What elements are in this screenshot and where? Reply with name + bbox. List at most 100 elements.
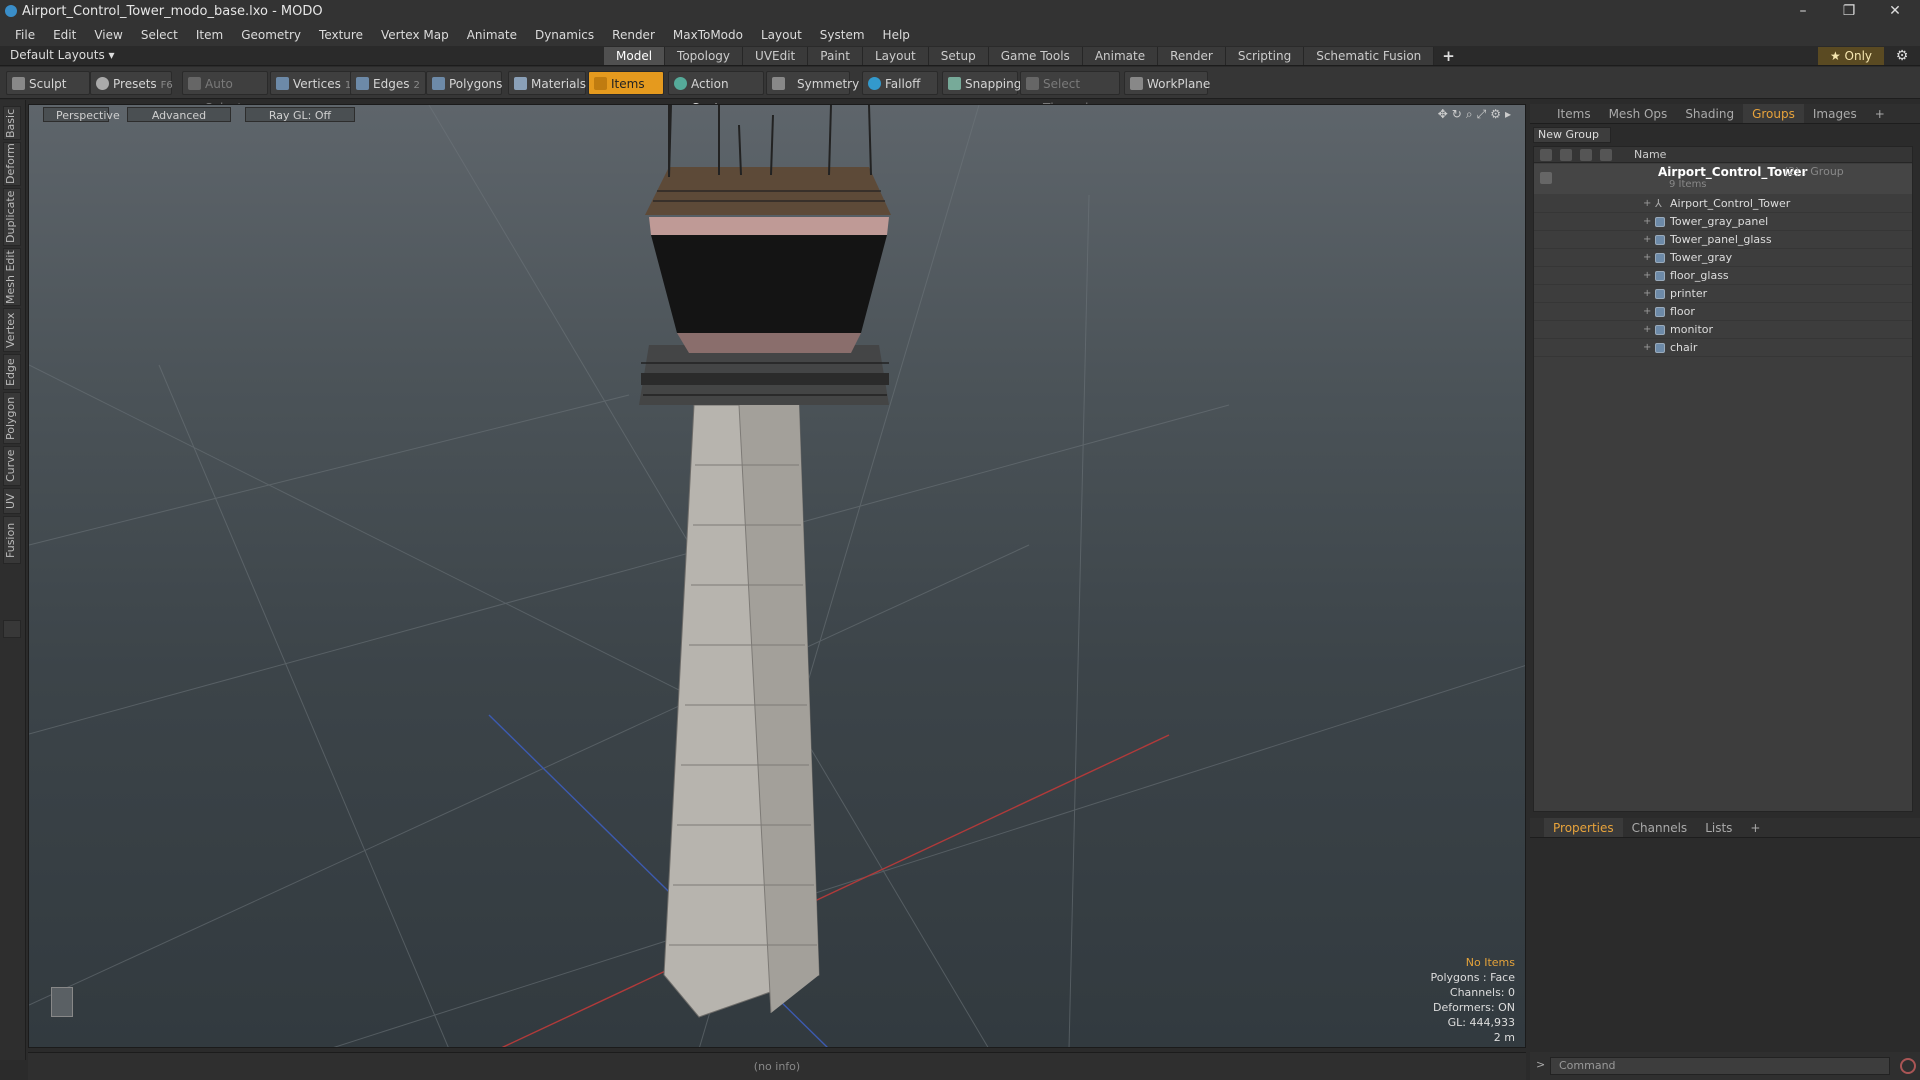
tab-shading[interactable]: Shading [1676,104,1743,123]
snapping-button[interactable]: Snapping [942,71,1021,95]
menu-file[interactable]: File [6,24,44,46]
add-tab-button[interactable]: + [1434,47,1463,65]
tab-duplicate[interactable]: Duplicate [3,188,21,246]
auto-select-button[interactable]: Auto Select [182,71,268,115]
new-group-button[interactable]: New Group [1533,127,1611,143]
tab-deform[interactable]: Deform [3,142,21,186]
list-item[interactable]: + floor [1534,303,1912,321]
tab-channels[interactable]: Channels [1623,818,1697,837]
expand-icon[interactable]: + [1643,267,1651,285]
tab-lists[interactable]: Lists [1696,818,1741,837]
rotate-view-icon[interactable]: ↻ [1452,107,1462,122]
tab-scripting[interactable]: Scripting [1225,47,1305,65]
materials-button[interactable]: Materials [508,71,586,95]
menu-layout[interactable]: Layout [752,24,811,46]
tab-curve[interactable]: Curve [3,446,21,486]
command-input[interactable]: Command [1550,1057,1890,1075]
menu-system[interactable]: System [811,24,874,46]
move-view-icon[interactable]: ✥ [1438,107,1448,122]
menu-geometry[interactable]: Geometry [232,24,310,46]
eye-icon[interactable] [1540,172,1552,184]
tab-vertex[interactable]: Vertex [3,308,21,352]
falloff-button[interactable]: Falloff [862,71,938,95]
tab-paint[interactable]: Paint [808,47,863,65]
expand-icon[interactable]: + [1643,195,1651,213]
list-item[interactable]: + floor_glass [1534,267,1912,285]
tab-schematic-fusion[interactable]: Schematic Fusion [1304,47,1435,65]
vertices-button[interactable]: Vertices 1 [270,71,352,95]
expand-icon[interactable]: + [1643,339,1651,357]
action-center-button[interactable]: Action Center [668,71,764,115]
raygl-button[interactable]: Ray GL: Off [245,107,355,122]
expand-icon[interactable]: ▸ [1505,107,1511,122]
record-icon[interactable] [1900,1058,1916,1074]
tab-mesh-edit[interactable]: Mesh Edit [3,248,21,306]
group-row[interactable]: Airport_Control_Tower (2) : Group 9 Item… [1534,164,1912,194]
tab-polygon[interactable]: Polygon [3,392,21,444]
menu-vertex-map[interactable]: Vertex Map [372,24,458,46]
menu-item[interactable]: Item [187,24,232,46]
workplane-button[interactable]: WorkPlane [1124,71,1210,95]
sculpt-button[interactable]: Sculpt [6,71,90,95]
select-through-button[interactable]: Select Through [1020,71,1120,115]
perspective-button[interactable]: Perspective [43,107,120,122]
polygons-button[interactable]: Polygons [426,71,502,95]
menu-dynamics[interactable]: Dynamics [526,24,603,46]
list-item[interactable]: + chair [1534,339,1912,357]
tab-uv[interactable]: UV [3,488,21,514]
menu-maxtomodo[interactable]: MaxToModo [664,24,752,46]
tab-fusion[interactable]: Fusion [3,516,21,564]
items-button[interactable]: Items [588,71,664,95]
advanced-button[interactable]: Advanced [127,107,231,122]
presets-button[interactable]: Presets F6 [90,71,173,95]
settings-icon[interactable]: ⚙ [1490,107,1501,122]
select-col-icon[interactable] [1600,149,1612,161]
symmetry-button[interactable]: Symmetry [766,71,859,95]
lock-col-icon[interactable] [1580,149,1592,161]
add-panel-tab[interactable]: + [1866,104,1894,123]
tab-mesh-ops[interactable]: Mesh Ops [1600,104,1677,123]
expand-icon[interactable]: + [1643,231,1651,249]
list-item[interactable]: + ⅄ Airport_Control_Tower [1534,195,1912,213]
tab-topology[interactable]: Topology [665,47,744,65]
tab-animate[interactable]: Animate [1082,47,1159,65]
gear-icon[interactable]: ⚙ [1892,46,1912,66]
expand-icon[interactable]: + [1643,213,1651,231]
tab-properties[interactable]: Properties [1544,818,1623,837]
tab-uvedit[interactable]: UVEdit [743,47,809,65]
fit-icon[interactable]: ⤢ [1477,107,1487,122]
expand-icon[interactable]: + [1643,285,1651,303]
list-item[interactable]: + printer [1534,285,1912,303]
3d-viewport[interactable]: Perspective Advanced Ray GL: Off ✥ ↻ ⌕ ⤢… [28,104,1526,1048]
menu-help[interactable]: Help [874,24,919,46]
tab-images[interactable]: Images [1804,104,1866,123]
tab-render[interactable]: Render [1158,47,1226,65]
menu-edit[interactable]: Edit [44,24,85,46]
tab-model[interactable]: Model [604,47,666,65]
tab-layout[interactable]: Layout [862,47,929,65]
edges-button[interactable]: Edges 2 [350,71,426,95]
add-properties-tab[interactable]: + [1741,818,1769,837]
tab-items[interactable]: Items [1548,104,1600,123]
list-item[interactable]: + Tower_gray [1534,249,1912,267]
expand-icon[interactable]: + [1643,303,1651,321]
menu-render[interactable]: Render [603,24,664,46]
close-button[interactable]: ✕ [1872,0,1918,24]
list-item[interactable]: + Tower_panel_glass [1534,231,1912,249]
tab-basic[interactable]: Basic [3,106,21,140]
tab-game-tools[interactable]: Game Tools [988,47,1083,65]
list-item[interactable]: + Tower_gray_panel [1534,213,1912,231]
zoom-icon[interactable]: ⌕ [1466,107,1473,122]
expand-icon[interactable]: + [1643,249,1651,267]
tab-edge[interactable]: Edge [3,354,21,390]
minimize-button[interactable]: – [1780,0,1826,24]
menu-select[interactable]: Select [132,24,187,46]
tab-groups[interactable]: Groups [1743,104,1804,123]
strip-toggle[interactable] [3,620,21,638]
visibility-col-icon[interactable] [1540,149,1552,161]
list-item[interactable]: + monitor [1534,321,1912,339]
only-toggle[interactable]: ★ Only [1818,47,1884,65]
expand-icon[interactable]: + [1643,321,1651,339]
render-col-icon[interactable] [1560,149,1572,161]
menu-texture[interactable]: Texture [310,24,372,46]
